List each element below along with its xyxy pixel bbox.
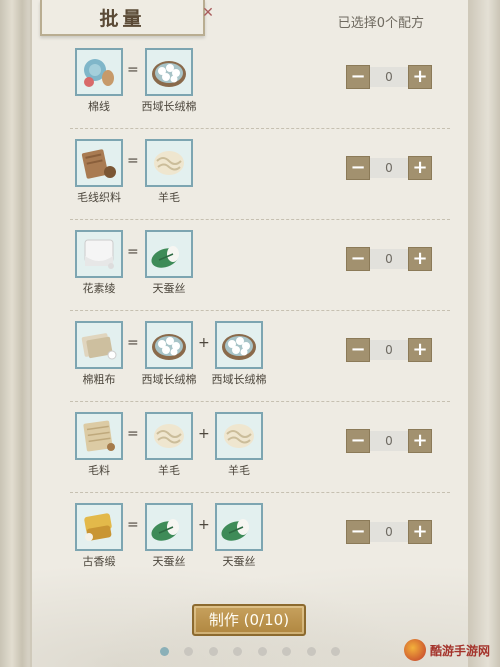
ingredient-label: 西域长绒棉	[141, 100, 197, 113]
ingredient-item: 西域长绒棉	[134, 321, 204, 387]
ingredient-label: 西域长绒棉	[211, 373, 267, 386]
increment-button[interactable]: +	[408, 338, 432, 362]
page-dot[interactable]	[208, 647, 218, 656]
recipe-row: 毛料 = 羊毛 + 羊毛 −0 +	[70, 402, 450, 493]
quantity-stepper: −0 +	[346, 520, 436, 544]
wool-icon[interactable]	[145, 139, 193, 187]
watermark: 酷游手游网	[404, 638, 496, 662]
cotton-bolls-icon[interactable]	[145, 321, 193, 369]
ingredient-item: 西域长绒棉	[134, 48, 204, 114]
scroll-rail	[470, 0, 500, 667]
decrement-button[interactable]: −	[346, 156, 370, 180]
quantity-stepper: −0 +	[346, 338, 436, 362]
page-dot[interactable]	[306, 647, 316, 656]
cotton-bolls-icon[interactable]	[215, 321, 263, 369]
cotton-bolls-icon[interactable]	[145, 48, 193, 96]
decrement-button[interactable]: −	[346, 429, 370, 453]
watermark-text: 酷游手游网	[430, 643, 491, 658]
product-item: 毛料	[64, 412, 134, 478]
satin-roll-icon[interactable]	[75, 503, 123, 551]
silkworm-cocoon-icon[interactable]	[215, 503, 263, 551]
quantity-stepper: −0 +	[346, 65, 436, 89]
increment-button[interactable]: +	[408, 65, 432, 89]
quantity-value[interactable]: 0	[370, 522, 408, 542]
product-label: 花素绫	[82, 282, 116, 295]
selected-count: 已选择0个配方	[337, 16, 424, 31]
ingredient-item: 天蚕丝	[134, 503, 204, 569]
quantity-stepper: −0 +	[346, 429, 436, 453]
product-label: 毛料	[88, 464, 110, 477]
product-label: 古香缎	[82, 555, 116, 568]
product-label: 棉粗布	[82, 373, 116, 386]
cotton-thread-icon[interactable]	[75, 48, 123, 96]
ingredient-label: 天蚕丝	[152, 282, 186, 295]
quantity-stepper: −0 +	[346, 156, 436, 180]
decrement-button[interactable]: −	[346, 338, 370, 362]
page-dot[interactable]	[233, 647, 243, 656]
wool-icon[interactable]	[145, 412, 193, 460]
recipe-row: 棉粗布 = 西域长绒棉 + 西域长绒棉 −0 +	[70, 311, 450, 402]
page-dot[interactable]	[184, 647, 194, 656]
recipe-row: 棉线 = 西域长绒棉 −0 +	[70, 38, 450, 129]
recipe-row: 古香缎 = 天蚕丝 + 天蚕丝 −0 +	[70, 493, 450, 584]
ingredient-label: 天蚕丝	[152, 555, 186, 568]
ingredient-item: 羊毛	[134, 139, 204, 205]
quantity-value[interactable]: 0	[370, 340, 408, 360]
silkworm-cocoon-icon[interactable]	[145, 503, 193, 551]
make-button[interactable]: 制作 (0/10)	[192, 604, 306, 636]
page-dot[interactable]	[160, 647, 169, 656]
watermark-logo-icon	[404, 639, 426, 661]
product-label: 毛线织料	[77, 191, 121, 204]
product-item: 花素绫	[64, 230, 134, 296]
make-bar: 制作 (0/10)	[0, 598, 500, 638]
silk-cloth-icon[interactable]	[75, 230, 123, 278]
ingredient-label: 羊毛	[158, 191, 180, 204]
ingredient-label: 羊毛	[158, 464, 180, 477]
ingredient-label: 西域长绒棉	[141, 373, 197, 386]
increment-button[interactable]: +	[408, 429, 432, 453]
page-title: 批量	[99, 7, 146, 30]
product-label: 棉线	[88, 100, 110, 113]
quantity-value[interactable]: 0	[370, 249, 408, 269]
wool-fabric-icon[interactable]	[75, 139, 123, 187]
decrement-button[interactable]: −	[346, 247, 370, 271]
recipe-list: 棉线 = 西域长绒棉 −0 + 毛线织料 = 羊毛 −0 + 花素绫 = 天蚕丝 −0 + 棉粗布 = 西域长绒棉…	[70, 38, 450, 584]
title-tag: 批量	[40, 0, 205, 36]
wool-cloth-icon[interactable]	[75, 412, 123, 460]
ingredient-item: 天蚕丝	[134, 230, 204, 296]
page-dot[interactable]	[330, 647, 340, 656]
quantity-value[interactable]: 0	[370, 67, 408, 87]
product-item: 毛线织料	[64, 139, 134, 205]
ingredient-item: 羊毛	[134, 412, 204, 478]
quantity-stepper: −0 +	[346, 247, 436, 271]
ingredient-item: 天蚕丝	[204, 503, 274, 569]
recipe-row: 毛线织料 = 羊毛 −0 +	[70, 129, 450, 220]
ribbon-icon: ✕	[202, 5, 214, 21]
increment-button[interactable]: +	[408, 247, 432, 271]
product-item: 棉粗布	[64, 321, 134, 387]
ingredient-label: 天蚕丝	[222, 555, 256, 568]
silkworm-cocoon-icon[interactable]	[145, 230, 193, 278]
product-item: 棉线	[64, 48, 134, 114]
increment-button[interactable]: +	[408, 520, 432, 544]
decrement-button[interactable]: −	[346, 65, 370, 89]
quantity-value[interactable]: 0	[370, 158, 408, 178]
page-dot[interactable]	[257, 647, 267, 656]
decrement-button[interactable]: −	[346, 520, 370, 544]
ingredient-item: 羊毛	[204, 412, 274, 478]
product-item: 古香缎	[64, 503, 134, 569]
page-dot[interactable]	[282, 647, 292, 656]
ingredient-label: 羊毛	[228, 464, 250, 477]
wool-icon[interactable]	[215, 412, 263, 460]
pagination-dots	[160, 647, 340, 659]
cotton-cloth-icon[interactable]	[75, 321, 123, 369]
recipe-row: 花素绫 = 天蚕丝 −0 +	[70, 220, 450, 311]
quantity-value[interactable]: 0	[370, 431, 408, 451]
increment-button[interactable]: +	[408, 156, 432, 180]
ingredient-item: 西域长绒棉	[204, 321, 274, 387]
